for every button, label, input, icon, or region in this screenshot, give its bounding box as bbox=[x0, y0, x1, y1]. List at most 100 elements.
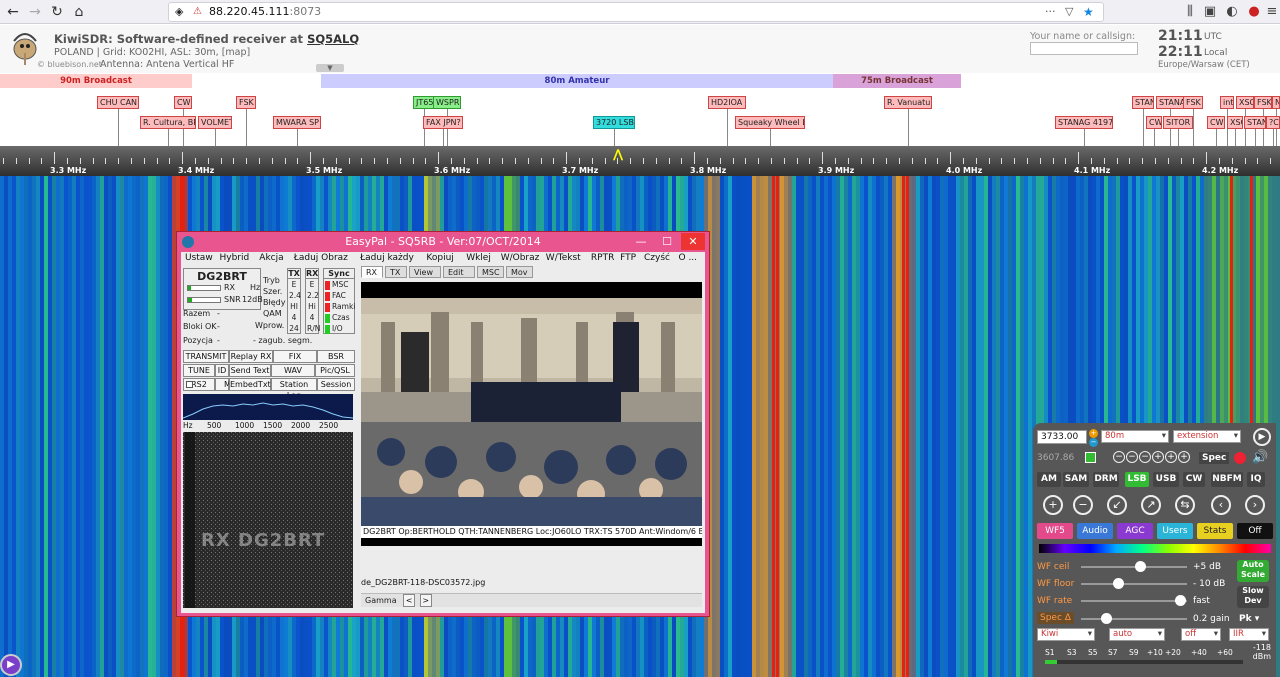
antenna-info: Antenna: Antena Vertical HF bbox=[100, 59, 235, 70]
reload-icon[interactable]: ↻ bbox=[48, 3, 66, 21]
gamma-right-icon[interactable]: > bbox=[419, 594, 432, 607]
station-link[interactable]: SQ5ALQ bbox=[307, 32, 359, 46]
easypal-button[interactable]: Session bbox=[317, 378, 355, 391]
dx-label[interactable]: Squeaky Wheel L bbox=[735, 116, 805, 129]
star-icon[interactable]: ★ bbox=[1083, 3, 1094, 21]
dx-label[interactable]: R. Cultura, BR bbox=[140, 116, 196, 129]
easypal-button[interactable]: TRANSMIT bbox=[183, 350, 229, 363]
dx-label[interactable]: SITOR bbox=[1163, 116, 1193, 129]
dx-label[interactable]: XSG bbox=[1236, 96, 1254, 109]
scale-tick bbox=[848, 158, 849, 164]
menu-item[interactable]: Kopiuj bbox=[426, 253, 453, 263]
dx-label[interactable]: FSK bbox=[1254, 96, 1272, 109]
band-75m[interactable]: 75m Broadcast bbox=[833, 74, 961, 88]
option-select[interactable]: Kiwi ▾ bbox=[1037, 628, 1095, 641]
menu-item[interactable]: Ładuj Obraz bbox=[294, 253, 348, 263]
option-select[interactable]: auto ▾ bbox=[1109, 628, 1165, 641]
dx-label[interactable]: 3720 LSB bbox=[593, 116, 635, 129]
band-90m[interactable]: 90m Broadcast bbox=[0, 74, 192, 88]
menu-item[interactable]: Ładuj każdy bbox=[360, 253, 414, 263]
menu-item[interactable]: Hybrid bbox=[220, 253, 250, 263]
forward-icon[interactable]: → bbox=[26, 3, 44, 21]
tab-view[interactable]: View bbox=[409, 266, 441, 278]
dx-label[interactable]: STANAG 4197 bbox=[1055, 116, 1113, 129]
option-select-value: off bbox=[1185, 629, 1197, 639]
addon-icon[interactable]: ● bbox=[1246, 4, 1262, 20]
menu-item[interactable]: FTP bbox=[620, 253, 636, 263]
menu-item[interactable]: RPTR bbox=[591, 253, 614, 263]
callsign-input[interactable] bbox=[1030, 42, 1138, 55]
home-icon[interactable]: ⌂ bbox=[70, 3, 88, 21]
play-side-icon[interactable]: ▶ bbox=[0, 654, 22, 676]
dx-label[interactable]: N bbox=[1272, 96, 1280, 109]
easypal-button[interactable]: Send Text bbox=[229, 364, 271, 377]
dx-label[interactable]: CW bbox=[174, 96, 192, 109]
dx-label[interactable]: CW bbox=[1207, 116, 1225, 129]
frequency-scale[interactable]: 3.3 MHz 3.4 MHz 3.5 MHz 3.6 MHz 3.7 MHz 3.8 M… bbox=[0, 146, 1280, 176]
easypal-titlebar[interactable]: EasyPal - SQ5RB - Ver:07/OCT/2014 — ☐ ✕ bbox=[177, 232, 709, 252]
dx-label[interactable]: STAN bbox=[1132, 96, 1154, 109]
tab-edit[interactable]: Edit bbox=[443, 266, 475, 278]
dx-label[interactable]: int bbox=[1220, 96, 1234, 109]
option-select[interactable]: off ▾ bbox=[1181, 628, 1221, 641]
menu-item[interactable]: Wklej bbox=[466, 253, 491, 263]
easypal-button[interactable]: ID bbox=[215, 364, 229, 377]
library-icon[interactable]: ⫼ bbox=[1182, 4, 1198, 20]
rx-value: R/N bbox=[307, 324, 321, 333]
easypal-button[interactable]: TUNE bbox=[183, 364, 215, 377]
menu-item[interactable]: W/Obraz bbox=[501, 253, 540, 263]
dx-label[interactable]: CHU CAN bbox=[97, 96, 139, 109]
dx-label[interactable]: XSC bbox=[1227, 116, 1243, 129]
dx-label[interactable]: MWARA SP bbox=[273, 116, 321, 129]
easypal-button[interactable]: Pic/QSL bbox=[315, 364, 355, 377]
dx-label[interactable]: HD2IOA bbox=[708, 96, 746, 109]
dx-label[interactable]: VOLMET bbox=[198, 116, 232, 129]
dx-label[interactable]: STANA bbox=[1156, 96, 1184, 109]
more-icon[interactable]: ··· bbox=[1045, 3, 1056, 21]
easypal-window[interactable]: EasyPal - SQ5RB - Ver:07/OCT/2014 — ☐ ✕ … bbox=[176, 231, 710, 617]
menu-item[interactable]: O ... bbox=[679, 253, 698, 263]
url-bar[interactable]: ◈ ⚠ 88.220.45.111:8073 ··· ▽ ★ bbox=[168, 2, 1104, 22]
dx-label[interactable]: FAX JPN? bbox=[423, 116, 463, 129]
back-icon[interactable]: ← bbox=[4, 3, 22, 21]
option-select[interactable]: IIR ▾ bbox=[1229, 628, 1269, 641]
dx-label[interactable]: ?C bbox=[1266, 116, 1280, 129]
easypal-button[interactable]: Replay RX bbox=[229, 350, 273, 363]
maximize-icon[interactable]: ☐ bbox=[655, 233, 679, 250]
dx-label[interactable]: R. Vanuatu bbox=[884, 96, 932, 109]
sidebar-icon[interactable]: ▣ bbox=[1202, 4, 1218, 20]
minimize-icon[interactable]: — bbox=[629, 233, 653, 250]
dx-label[interactable]: STAN bbox=[1244, 116, 1266, 129]
dx-label[interactable]: CW bbox=[1146, 116, 1162, 129]
gamma-left-icon[interactable]: < bbox=[403, 594, 416, 607]
tab-mov[interactable]: Mov bbox=[506, 266, 533, 278]
dx-label[interactable]: FSK bbox=[1183, 96, 1203, 109]
menu-icon[interactable]: ≡ bbox=[1264, 4, 1280, 20]
easypal-left-panel: DG2BRT RX Hz SNR 12dB Tryb Szer. Błędy Q… bbox=[181, 266, 357, 613]
easypal-button[interactable]: FIX bbox=[273, 350, 317, 363]
easypal-button[interactable]: EmbedTxt bbox=[229, 378, 271, 391]
collapse-header-button[interactable]: ▼ bbox=[316, 64, 344, 72]
tab-msc[interactable]: MSC bbox=[477, 266, 504, 278]
tab-tx[interactable]: TX bbox=[385, 266, 407, 278]
rs2-checkbox[interactable] bbox=[186, 381, 193, 388]
reader-icon[interactable]: ◐ bbox=[1224, 4, 1240, 20]
pocket-icon[interactable]: ▽ bbox=[1065, 3, 1073, 21]
easypal-button[interactable]: WAV bbox=[271, 364, 315, 377]
menu-item[interactable]: Akcja bbox=[259, 253, 283, 263]
easypal-button[interactable]: Station Log bbox=[271, 378, 317, 400]
dx-label[interactable]: WSPR bbox=[433, 96, 461, 109]
close-icon[interactable]: ✕ bbox=[681, 233, 705, 250]
band-80m[interactable]: 80m Amateur bbox=[321, 74, 833, 88]
passband-marker[interactable]: ⋀ bbox=[610, 148, 626, 160]
dx-label[interactable]: JT65 bbox=[413, 96, 435, 109]
scale-tick bbox=[3, 158, 4, 164]
tab-rx[interactable]: RX bbox=[361, 266, 383, 278]
menu-item[interactable]: W/Tekst bbox=[546, 253, 581, 263]
easypal-button[interactable]: M bbox=[215, 378, 231, 391]
dx-label[interactable]: FSK bbox=[236, 96, 256, 109]
menu-item[interactable]: Czyść bbox=[644, 253, 670, 263]
sync-column: Sync MSC FAC Ramki Czas I/O bbox=[323, 268, 355, 334]
menu-item[interactable]: Ustaw bbox=[185, 253, 213, 263]
easypal-button[interactable]: BSR bbox=[317, 350, 355, 363]
